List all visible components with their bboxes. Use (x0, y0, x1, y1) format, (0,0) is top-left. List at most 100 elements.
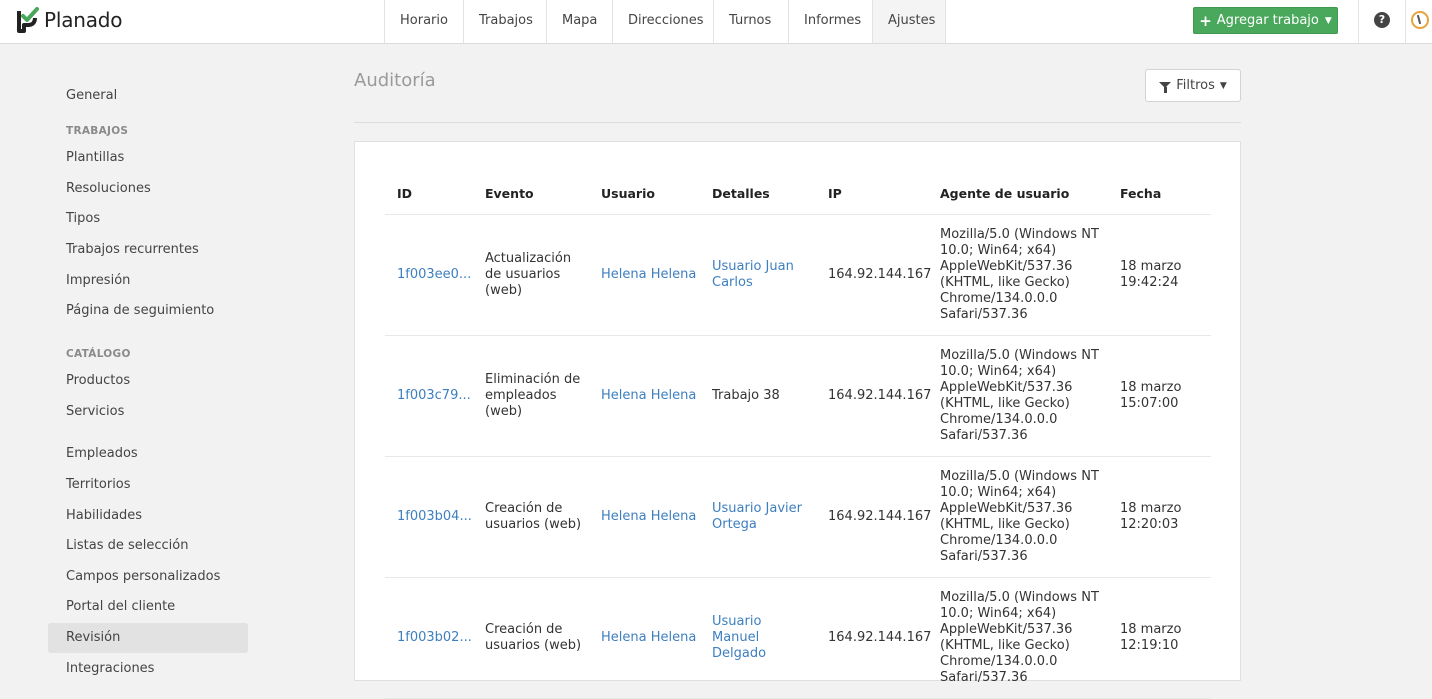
event-cell-line: Actualización (485, 250, 572, 266)
sidebar-item-productos[interactable]: Productos (48, 366, 248, 396)
nav-horario[interactable]: Horario (384, 0, 463, 43)
user-link-line[interactable]: Helena Helena (601, 630, 696, 646)
ip-cell-line: 164.92.144.167 (828, 508, 932, 524)
sidebar-item-integraciones[interactable]: Integraciones (48, 654, 248, 684)
details-cell: Trabajo 38 (712, 335, 817, 456)
sidebar-item-trabajos-recurrentes[interactable]: Trabajos recurrentes (48, 235, 248, 265)
details-cell-line[interactable]: Ortega (712, 517, 802, 533)
nav-mapa[interactable]: Mapa (546, 0, 612, 43)
plus-icon: + (1199, 11, 1212, 30)
audit-id-link-line[interactable]: 1f003c79... (397, 388, 471, 404)
nav-trabajos[interactable]: Trabajos (463, 0, 546, 43)
sidebar-item-plantillas[interactable]: Plantillas (48, 143, 248, 173)
details-cell[interactable]: Usuario Javier Ortega (712, 456, 817, 577)
ip-cell-line: 164.92.144.167 (828, 266, 932, 282)
sidebar-item-general[interactable]: General (48, 81, 248, 111)
table-header: ID Evento Usuario Detalles IP Agente de … (385, 172, 1211, 215)
details-cell-line[interactable]: Carlos (712, 275, 794, 291)
sidebar-item-habilidades[interactable]: Habilidades (48, 501, 248, 531)
details-cell-line[interactable]: Usuario (712, 614, 766, 630)
column-header-detalles[interactable]: Detalles (712, 186, 770, 201)
nav-ajustes[interactable]: Ajustes (872, 0, 946, 43)
ip-cell-line: 164.92.144.167 (828, 629, 932, 645)
table-row: 1f003b02... Creación de usuarios (web) Hele… (385, 577, 1211, 699)
date-cell-line: 18 marzo (1120, 500, 1182, 516)
details-cell[interactable]: Usuario Manuel Delgado (712, 577, 817, 698)
user-link[interactable]: Helena Helena (601, 577, 706, 698)
user-agent-cell-line: Mozilla/5.0 (Windows NT (940, 468, 1099, 484)
user-link[interactable]: Helena Helena (601, 456, 706, 577)
details-cell-line: Trabajo 38 (712, 387, 780, 403)
date-cell: 18 marzo 12:20:03 (1120, 456, 1200, 577)
audit-id-link-line[interactable]: 1f003b04... (397, 509, 472, 525)
sidebar-item-listas-seleccion[interactable]: Listas de selección (48, 531, 248, 561)
main-nav: Horario Trabajos Mapa Direcciones Turnos… (384, 0, 946, 43)
sidebar-item-portal-cliente[interactable]: Portal del cliente (48, 592, 248, 622)
user-link-line[interactable]: Helena Helena (601, 388, 696, 404)
account-icon[interactable] (1411, 11, 1429, 29)
filter-button[interactable]: Filtros ▼ (1145, 69, 1241, 102)
sidebar-item-revision[interactable]: Revisión (48, 623, 248, 653)
sidebar-item-campos-personalizados[interactable]: Campos personalizados (48, 562, 248, 592)
user-agent-cell-line: Safari/537.36 (940, 548, 1028, 564)
event-cell: Eliminación de empleados (web) (485, 335, 590, 456)
date-cell: 18 marzo 19:42:24 (1120, 214, 1200, 335)
details-cell-line[interactable]: Manuel (712, 630, 766, 646)
user-agent-cell: Mozilla/5.0 (Windows NT 10.0; Win64; x64)… (940, 214, 1110, 335)
top-bar: Planado Horario Trabajos Mapa Direccione… (0, 0, 1432, 44)
sidebar-item-servicios[interactable]: Servicios (48, 397, 248, 427)
table-row: 1f003c79... Eliminación de empleados (web) H… (385, 335, 1211, 457)
details-cell-line[interactable]: Usuario Juan (712, 259, 794, 275)
event-cell-line: Eliminación de (485, 371, 581, 387)
ip-cell: 164.92.144.167 (828, 577, 933, 698)
user-link-line[interactable]: Helena Helena (601, 509, 696, 525)
column-header-fecha[interactable]: Fecha (1120, 186, 1161, 201)
audit-id-link[interactable]: 1f003b02... (397, 577, 477, 698)
details-cell-line[interactable]: Usuario Javier (712, 501, 802, 517)
ip-cell: 164.92.144.167 (828, 456, 933, 577)
ip-cell-line: 164.92.144.167 (828, 387, 932, 403)
user-agent-cell-line: AppleWebKit/537.36 (940, 258, 1073, 274)
column-header-id[interactable]: ID (397, 186, 412, 201)
details-cell-line[interactable]: Delgado (712, 646, 766, 662)
user-link[interactable]: Helena Helena (601, 214, 706, 335)
logo[interactable]: Planado (16, 6, 123, 34)
audit-id-link[interactable]: 1f003b04... (397, 456, 477, 577)
nav-turnos[interactable]: Turnos (713, 0, 788, 43)
user-agent-cell-line: AppleWebKit/537.36 (940, 500, 1073, 516)
date-cell: 18 marzo 12:19:10 (1120, 577, 1200, 698)
audit-id-link-line[interactable]: 1f003ee0... (397, 267, 471, 283)
date-cell-line: 15:07:00 (1120, 395, 1179, 411)
table-row: 1f003b04... Creación de usuarios (web) Hele… (385, 456, 1211, 578)
column-header-ip[interactable]: IP (828, 186, 842, 201)
column-header-usuario[interactable]: Usuario (601, 186, 655, 201)
user-agent-cell-line: (KHTML, like Gecko) (940, 516, 1070, 532)
page-title: Auditoría (354, 70, 436, 91)
audit-id-link-line[interactable]: 1f003b02... (397, 630, 472, 646)
audit-id-link[interactable]: 1f003ee0... (397, 214, 477, 335)
details-cell[interactable]: Usuario Juan Carlos (712, 214, 817, 335)
sidebar-item-territorios[interactable]: Territorios (48, 470, 248, 500)
sidebar-item-empleados[interactable]: Empleados (48, 439, 248, 469)
nav-direcciones[interactable]: Direcciones (612, 0, 713, 43)
user-agent-cell: Mozilla/5.0 (Windows NT 10.0; Win64; x64)… (940, 335, 1110, 456)
column-header-evento[interactable]: Evento (485, 186, 534, 201)
column-header-agente[interactable]: Agente de usuario (940, 186, 1069, 201)
sidebar-item-pagina-seguimiento[interactable]: Página de seguimiento (48, 296, 248, 326)
sidebar-item-resoluciones[interactable]: Resoluciones (48, 174, 248, 204)
user-link[interactable]: Helena Helena (601, 335, 706, 456)
sidebar-section-trabajos: TRABAJOS (66, 125, 129, 137)
user-agent-cell-line: Safari/537.36 (940, 669, 1028, 685)
audit-id-link[interactable]: 1f003c79... (397, 335, 477, 456)
add-job-button[interactable]: + Agregar trabajo ▼ (1193, 7, 1338, 34)
event-cell-line: usuarios (web) (485, 637, 582, 653)
question-icon[interactable]: ? (1374, 12, 1390, 28)
event-cell: Actualización de usuarios (web) (485, 214, 590, 335)
sidebar-item-tipos[interactable]: Tipos (48, 204, 248, 234)
filter-label: Filtros (1176, 78, 1215, 93)
user-link-line[interactable]: Helena Helena (601, 267, 696, 283)
sidebar-item-impresion[interactable]: Impresión (48, 266, 248, 296)
event-cell-line: Creación de (485, 500, 563, 516)
nav-informes[interactable]: Informes (788, 0, 872, 43)
user-agent-cell-line: (KHTML, like Gecko) (940, 274, 1070, 290)
